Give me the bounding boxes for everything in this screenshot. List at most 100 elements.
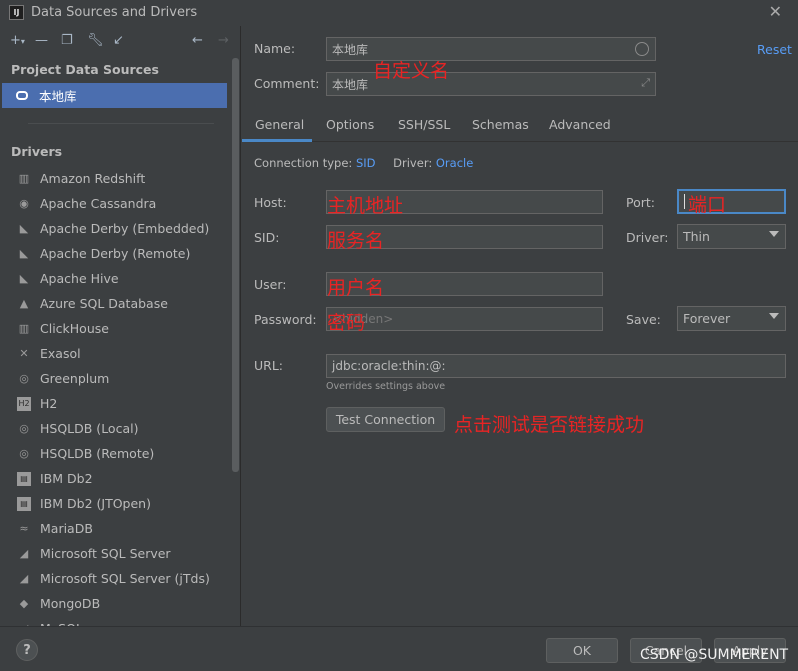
intellij-app-icon: IJ <box>9 5 24 20</box>
driver-item[interactable]: H2 H2 <box>0 391 228 416</box>
driver-label: MariaDB <box>40 521 93 536</box>
comment-label: Comment: <box>254 76 320 91</box>
sid-input[interactable] <box>326 225 603 249</box>
clickhouse-icon: ▥ <box>18 321 30 335</box>
port-input[interactable] <box>677 189 786 214</box>
greenplum-icon: ◎ <box>19 371 29 385</box>
save-select-value: Forever <box>683 311 731 326</box>
host-label: Host: <box>254 195 287 210</box>
window-title: Data Sources and Drivers <box>31 5 198 20</box>
tab-advanced[interactable]: Advanced <box>549 117 611 132</box>
chevron-down-icon <box>769 231 779 237</box>
mssql-icon: ◢ <box>19 546 29 560</box>
name-value: 本地库 <box>332 42 369 57</box>
name-input[interactable]: 本地库 <box>326 37 656 61</box>
tab-general[interactable]: General <box>255 117 304 132</box>
left-toolbar: +▾ — ❐ 🔧︎ ↙ ← → <box>10 32 235 52</box>
host-input[interactable] <box>326 190 603 214</box>
driver-label: IBM Db2 (JTOpen) <box>40 496 151 511</box>
driver-item[interactable]: ▥ Amazon Redshift <box>0 166 228 191</box>
driver-label: HSQLDB (Remote) <box>40 446 155 461</box>
project-data-sources-header: Project Data Sources <box>11 62 159 77</box>
port-label: Port: <box>626 195 655 210</box>
ok-button[interactable]: OK <box>546 638 618 663</box>
driver-label: Greenplum <box>40 371 110 386</box>
driver-label: Apache Cassandra <box>40 196 157 211</box>
footer: ? OK Cancel Apply CSDN @SUMMERENT <box>0 626 798 671</box>
left-scrollbar[interactable] <box>232 58 239 472</box>
mssql-icon: ◢ <box>19 571 29 585</box>
duplicate-icon[interactable]: ❐ <box>61 32 73 50</box>
add-icon[interactable]: +▾ <box>10 32 25 51</box>
driver-label: Amazon Redshift <box>40 171 146 186</box>
back-arrow-icon[interactable]: ← <box>192 32 203 50</box>
comment-input[interactable]: 本地库 ⤢ <box>326 72 656 96</box>
reset-link[interactable]: Reset <box>757 42 792 57</box>
driver-item[interactable]: ◢ Microsoft SQL Server (jTds) <box>0 566 228 591</box>
test-connection-button[interactable]: Test Connection <box>326 407 445 432</box>
close-icon[interactable]: ✕ <box>769 2 782 21</box>
driver-item[interactable]: ✕ Exasol <box>0 341 228 366</box>
azure-icon: ▲ <box>19 296 29 310</box>
url-hint: Overrides settings above <box>326 381 446 392</box>
connection-type-link[interactable]: SID <box>356 156 376 170</box>
color-circle-icon[interactable] <box>635 42 649 56</box>
driver-label: Azure SQL Database <box>40 296 168 311</box>
driver-label: ClickHouse <box>40 321 109 336</box>
driver-item[interactable]: ◣ Apache Hive <box>0 266 228 291</box>
driver-item[interactable]: ◎ HSQLDB (Local) <box>0 416 228 441</box>
oracle-icon <box>16 91 28 100</box>
ibm-db2-icon: ▤ <box>17 496 31 511</box>
driver-item[interactable]: ◆ MongoDB <box>0 591 228 616</box>
divider <box>28 123 214 124</box>
h2-icon: H2 <box>17 396 31 411</box>
driver-select-value: Thin <box>683 229 710 244</box>
user-input[interactable] <box>326 272 603 296</box>
driver-item[interactable]: ◎ HSQLDB (Remote) <box>0 441 228 466</box>
driver-item[interactable]: ≈ MariaDB <box>0 516 228 541</box>
tab-options[interactable]: Options <box>326 117 374 132</box>
driver-item[interactable]: ◎ Greenplum <box>0 366 228 391</box>
tab-ssh-ssl[interactable]: SSH/SSL <box>398 117 450 132</box>
driver-label: HSQLDB (Local) <box>40 421 139 436</box>
cancel-button[interactable]: Cancel <box>630 638 702 663</box>
driver-item[interactable]: ◢MySQL <box>0 616 228 626</box>
connection-info: Connection type: SID Driver: Oracle <box>254 156 473 170</box>
save-select[interactable]: Forever <box>677 306 786 331</box>
driver-item[interactable]: ◢ Microsoft SQL Server <box>0 541 228 566</box>
tab-bar: General Options SSH/SSL Schemas Advanced <box>242 109 798 142</box>
driver-label: MongoDB <box>40 596 101 611</box>
driver-label: Exasol <box>40 346 81 361</box>
driver-item[interactable]: ▥ ClickHouse <box>0 316 228 341</box>
connection-form: Name: 本地库 Reset Comment: 本地库 ⤢ General O… <box>242 26 798 626</box>
driver-label: Apache Derby (Embedded) <box>40 221 210 236</box>
save-label: Save: <box>626 312 661 327</box>
password-input[interactable]: <hidden> <box>326 307 603 331</box>
url-input[interactable]: jdbc:oracle:thin:@: <box>326 354 786 378</box>
comment-value: 本地库 <box>332 77 369 92</box>
driver-item[interactable]: ◣ Apache Derby (Remote) <box>0 241 228 266</box>
expand-icon[interactable]: ⤢ <box>641 76 650 90</box>
driver-item[interactable]: ▤ IBM Db2 <box>0 466 228 491</box>
data-source-item[interactable]: 本地库 <box>2 83 227 108</box>
remove-icon[interactable]: — <box>35 32 48 50</box>
driver-select[interactable]: Thin <box>677 224 786 249</box>
hive-icon: ◣ <box>19 271 29 285</box>
driver-label: H2 <box>40 396 58 411</box>
driver-item[interactable]: ◉ Apache Cassandra <box>0 191 228 216</box>
driver-item[interactable]: ▲ Azure SQL Database <box>0 291 228 316</box>
mongodb-icon: ◆ <box>19 596 29 610</box>
apply-button[interactable]: Apply <box>714 638 786 663</box>
forward-arrow-icon[interactable]: → <box>218 32 229 50</box>
driver-item[interactable]: ▤ IBM Db2 (JTOpen) <box>0 491 228 516</box>
drivers-header: Drivers <box>11 144 63 159</box>
driver-label: IBM Db2 <box>40 471 93 486</box>
wrench-icon[interactable]: 🔧︎ <box>87 32 104 50</box>
driver-link[interactable]: Oracle <box>436 156 473 170</box>
password-label: Password: <box>254 312 317 327</box>
text-caret <box>684 194 685 209</box>
driver-item[interactable]: ◣ Apache Derby (Embedded) <box>0 216 228 241</box>
tab-schemas[interactable]: Schemas <box>472 117 529 132</box>
help-button[interactable]: ? <box>16 639 38 661</box>
navigate-icon[interactable]: ↙ <box>113 32 124 50</box>
